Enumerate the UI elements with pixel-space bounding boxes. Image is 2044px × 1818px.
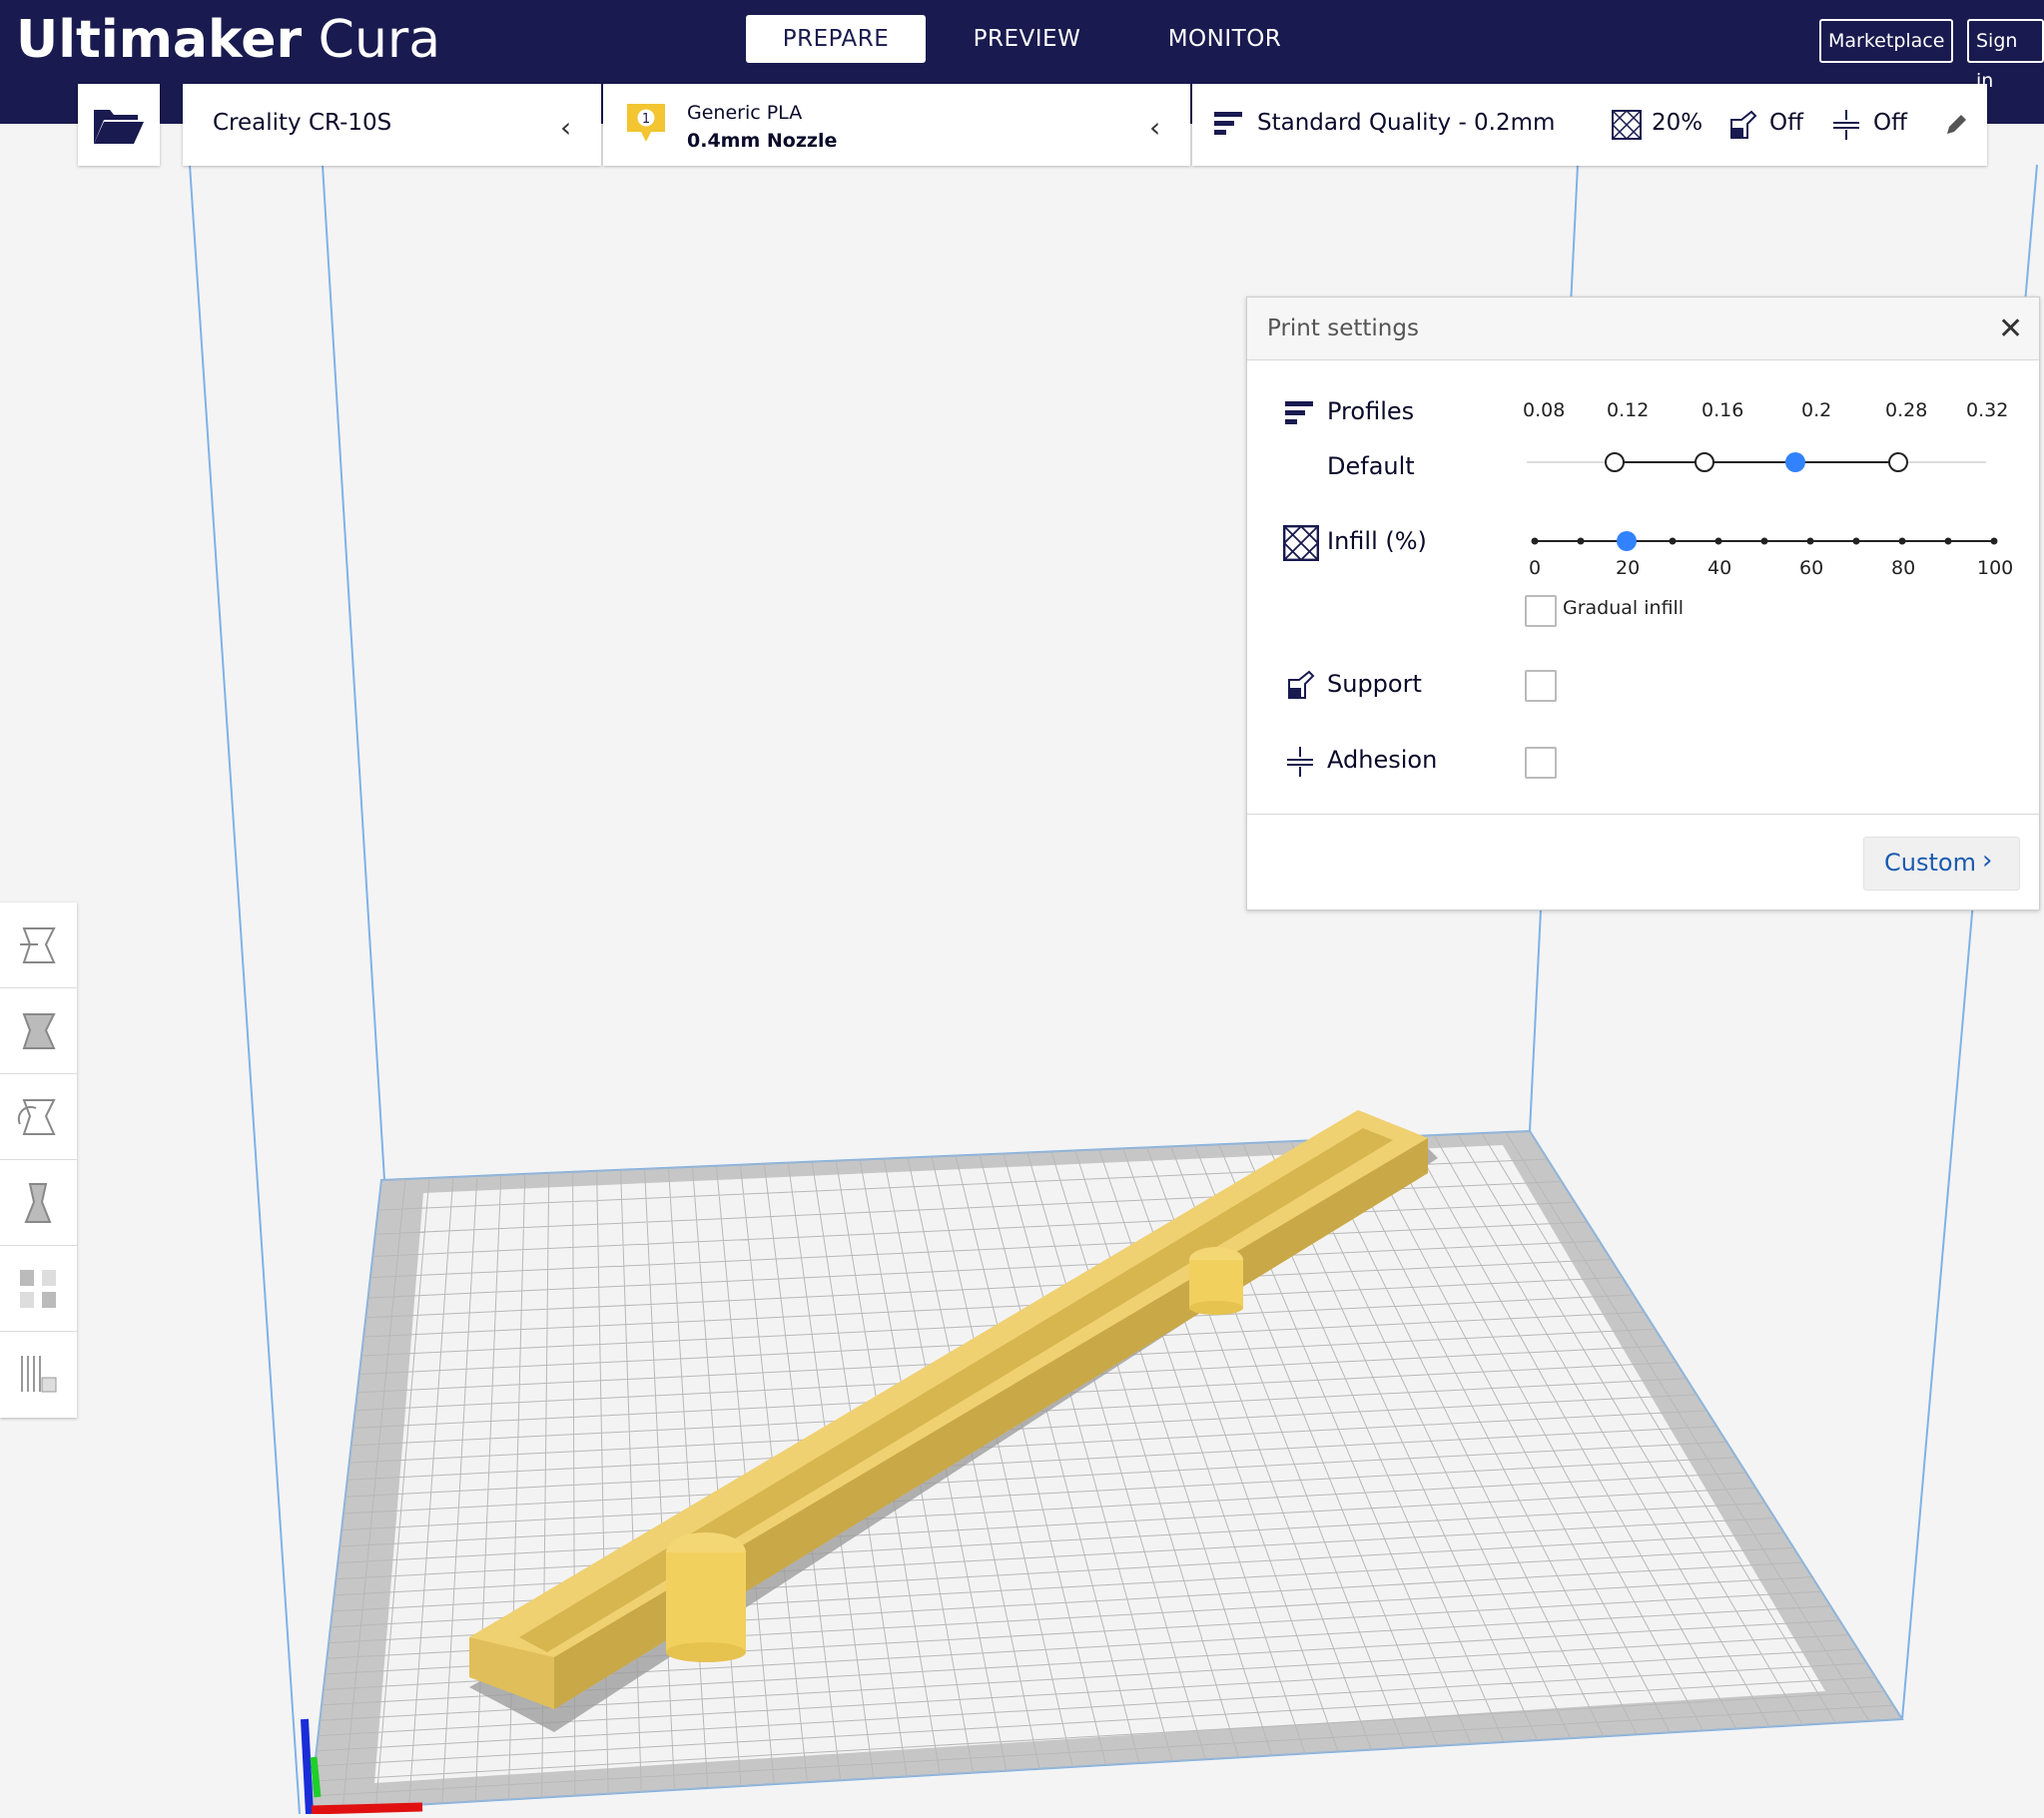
adhesion-icon	[1287, 747, 1313, 777]
mirror-tool-button[interactable]	[0, 1160, 77, 1246]
profile-tick-label: 0.28	[1885, 399, 1928, 421]
profile-icon	[1214, 112, 1242, 135]
folder-open-icon	[94, 110, 144, 144]
app-logo: Ultimaker Cura	[16, 10, 440, 70]
axis-z	[301, 1718, 314, 1815]
gradual-infill-label: Gradual infill	[1563, 597, 1685, 619]
tab-prepare[interactable]: PREPARE	[746, 15, 926, 63]
scale-tool-button[interactable]	[0, 988, 77, 1074]
support-label: Support	[1327, 670, 1422, 698]
adhesion-label: Adhesion	[1327, 746, 1438, 774]
chevron-left-icon: ‹	[560, 111, 572, 144]
adhesion-checkbox[interactable]	[1525, 747, 1557, 779]
infill-value: 20%	[1652, 110, 1703, 136]
print-settings-footer-divider	[1247, 814, 2039, 815]
chevron-left-icon: ‹	[1149, 111, 1161, 144]
support-icon	[1730, 110, 1757, 139]
profile-slider[interactable]	[1527, 442, 2026, 482]
model-cylinder-back	[1189, 1260, 1243, 1308]
infill-tick-label: 40	[1707, 557, 1732, 579]
tool-strip	[0, 903, 77, 1418]
infill-icon	[1612, 110, 1642, 140]
infill-label: Infill (%)	[1327, 527, 1427, 555]
nozzle-size: 0.4mm Nozzle	[687, 130, 838, 152]
profile-tick-label: 0.2	[1801, 399, 1832, 421]
profile-slider-handle[interactable]	[1785, 452, 1805, 472]
print-setup-selector[interactable]: Standard Quality - 0.2mm 20% Off Off	[1192, 84, 1987, 166]
model-cylinder-back-bottom	[1189, 1301, 1243, 1315]
infill-tick-label: 0	[1529, 557, 1542, 579]
sign-in-button[interactable]: Sign in	[1967, 19, 2044, 92]
material-selector[interactable]: 1 Generic PLA 0.4mm Nozzle ‹	[603, 84, 1190, 166]
infill-tick-label: 60	[1799, 557, 1824, 579]
infill-tick-label: 80	[1891, 557, 1916, 579]
custom-button-label: Custom	[1884, 849, 1976, 877]
profile-slider-stop[interactable]	[1605, 452, 1625, 472]
logo-bold-text: Ultimaker	[16, 10, 303, 70]
custom-settings-button[interactable]: Custom ›	[1863, 837, 2020, 891]
infill-slider-handle[interactable]	[1617, 531, 1637, 551]
support-checkbox[interactable]	[1525, 670, 1557, 702]
profile-slider-stop[interactable]	[1888, 452, 1908, 472]
model-cylinder-front	[666, 1552, 746, 1652]
move-tool-icon	[20, 927, 56, 963]
extruder-number: 1	[642, 112, 650, 127]
profiles-sublabel: Default	[1327, 452, 1415, 480]
profile-tick-label: 0.12	[1607, 399, 1650, 421]
profile-tick-label: 0.32	[1966, 399, 2009, 421]
infill-tick-label: 20	[1616, 557, 1641, 579]
mirror-tool-icon	[24, 1183, 52, 1223]
open-file-button[interactable]	[78, 84, 160, 166]
infill-tick-label: 100	[1977, 557, 2014, 579]
support-value: Off	[1769, 110, 1803, 136]
print-settings-header: Print settings ✕	[1247, 298, 2039, 360]
printer-name: Creality CR-10S	[213, 110, 392, 136]
axis-x	[311, 1802, 423, 1815]
extruder-badge-icon: 1	[627, 104, 665, 142]
chevron-right-icon: ›	[1982, 846, 1993, 876]
rotate-tool-button[interactable]	[0, 1074, 77, 1160]
axis-y	[310, 1756, 322, 1798]
close-icon[interactable]: ✕	[1998, 311, 2023, 346]
profile-icon	[1285, 401, 1313, 424]
adhesion-value: Off	[1873, 110, 1907, 136]
print-settings-title: Print settings	[1267, 315, 1419, 341]
printer-selector[interactable]: Creality CR-10S ‹	[183, 84, 601, 166]
model-cylinder-front-bottom	[666, 1642, 746, 1662]
per-model-settings-icon	[20, 1270, 56, 1308]
rotate-tool-icon	[17, 1099, 56, 1135]
per-model-settings-button[interactable]	[0, 1246, 77, 1332]
move-tool-button[interactable]	[0, 903, 77, 988]
tab-preview[interactable]: PREVIEW	[949, 15, 1105, 63]
infill-icon	[1283, 525, 1319, 561]
infill-slider[interactable]	[1525, 521, 2004, 561]
scale-tool-icon	[22, 1013, 56, 1049]
support-blocker-button[interactable]	[0, 1332, 77, 1417]
tab-monitor[interactable]: MONITOR	[1148, 15, 1301, 63]
adhesion-icon	[1833, 110, 1859, 140]
pencil-icon	[1947, 115, 1966, 134]
material-name: Generic PLA	[687, 102, 803, 124]
support-blocker-icon	[21, 1356, 57, 1393]
quality-profile-name: Standard Quality - 0.2mm	[1257, 110, 1556, 136]
logo-light-text: Cura	[318, 10, 441, 70]
profiles-label: Profiles	[1327, 397, 1415, 425]
print-settings-panel: Print settings ✕ Profiles Default 0.08 0…	[1246, 297, 2040, 910]
support-icon	[1288, 670, 1315, 699]
profile-slider-stop[interactable]	[1695, 452, 1714, 472]
volume-edge-left	[189, 164, 301, 1815]
profile-tick-label: 0.08	[1523, 399, 1566, 421]
profile-tick-label: 0.16	[1702, 399, 1744, 421]
marketplace-button[interactable]: Marketplace	[1819, 19, 1954, 63]
gradual-infill-checkbox[interactable]	[1525, 595, 1557, 627]
volume-edge-back-left	[322, 164, 385, 1181]
